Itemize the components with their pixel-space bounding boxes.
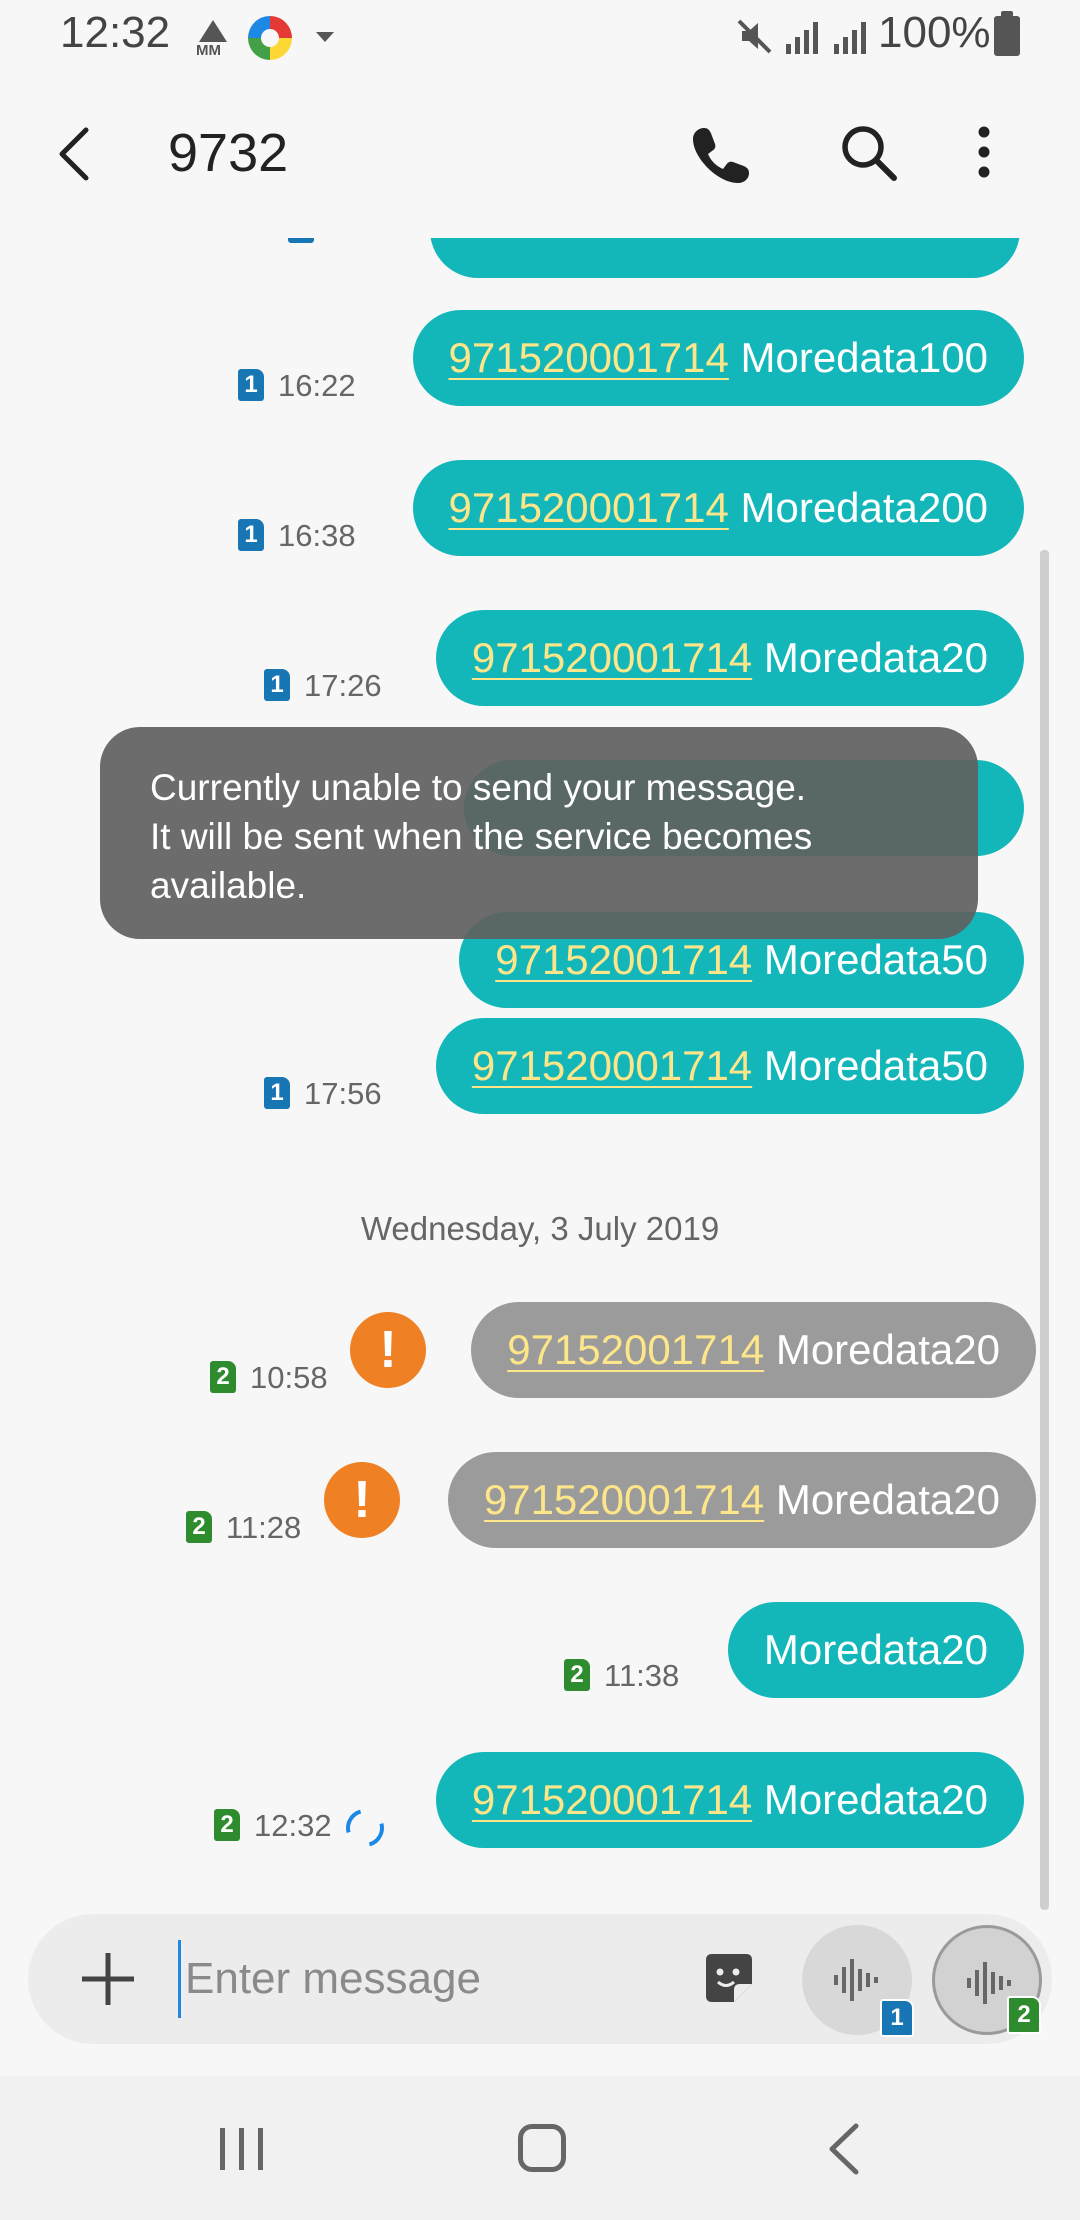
back-icon[interactable] [48,124,108,184]
message-bubble[interactable]: 971520001714 Moredata50 [435,1018,1024,1114]
phone-number-link[interactable]: 971520001714 [472,1776,752,1823]
message-bubble[interactable]: 971520001714 Moredata100 [412,310,1024,406]
message-text: Moredata50 [752,936,988,983]
voice-record-sim1-button[interactable]: 1 [802,1925,914,2037]
sending-progress-icon [338,1801,391,1854]
mute-icon [737,19,772,54]
message-input[interactable] [178,1940,705,2018]
alert-mm-icon: MM [196,20,230,59]
sim2-badge: 2 [1007,1996,1041,2034]
message-time: 12:32 [254,1808,332,1843]
signal-sim2-icon [834,22,866,54]
status-bar: 12:32 MM 100% [0,0,1080,78]
search-icon[interactable] [836,120,900,184]
message-meta: 2 10:58 [210,1360,328,1396]
phone-icon[interactable] [690,122,754,186]
message-bubble-failed[interactable]: 97152001714 Moredata20 [471,1302,1036,1398]
message-text: Moredata20 [764,1326,1000,1373]
message-meta: 2 12:32 [214,1801,391,1854]
message-time: 11:38 [604,1658,680,1693]
phone-number-link[interactable]: 971520001714 [472,634,752,681]
phone-number-link[interactable]: 97152001714 [495,936,752,983]
chevron-down-icon [316,32,334,42]
message-text: Moredata50 [752,1042,988,1089]
app-notification-icon [248,16,292,60]
waveform-icon [834,1959,878,2001]
message-meta: 1 16:38 [238,518,356,554]
battery-icon [994,11,1020,56]
toast-line-3: available. [150,865,307,906]
message-text: Moredata100 [728,334,988,381]
error-icon[interactable]: ! [324,1462,400,1538]
battery-percent: 100% [878,8,991,57]
message-bubble[interactable]: 971520001714 Moredata20 [435,1752,1024,1848]
message-time: 10:58 [250,1360,328,1395]
status-time: 12:32 [60,8,171,57]
phone-number-link[interactable]: 97152001714 [507,1326,764,1373]
conversation-title: 9732 [168,123,289,183]
date-divider: Wednesday, 3 July 2019 [360,1210,720,1247]
message-text: Moredata20 [752,634,988,681]
phone-number-link[interactable]: 971520001714 [449,484,729,531]
phone-number-link[interactable]: 971520001714 [449,334,729,381]
sim2-icon: 2 [214,1808,240,1841]
message-text: Moredata20 [752,1776,988,1823]
message-time: 16:38 [278,518,356,553]
recents-icon[interactable] [218,2126,266,2172]
message-meta-partial: 1 [288,238,328,246]
sim1-badge: 1 [880,1999,914,2037]
message-meta: 1 17:56 [264,1076,382,1112]
message-meta: 2 11:38 [564,1658,679,1694]
sim2-icon: 2 [186,1510,212,1543]
toast-line-2: It will be sent when the service becomes [150,816,813,857]
mm-label: MM [196,42,221,59]
more-vert-icon[interactable] [964,120,1004,184]
message-meta: 1 17:26 [264,668,382,704]
sim2-icon: 2 [210,1360,236,1393]
sim1-icon: 1 [238,368,264,401]
message-time: 17:56 [304,1076,382,1111]
toast-message: Currently unable to send your message. I… [100,727,978,939]
system-nav-bar [0,2076,1080,2220]
message-composer: 1 2 [28,1914,1052,2044]
sim1-icon: 1 [264,668,290,701]
message-text: Moredata20 [764,1476,1000,1523]
scrollbar[interactable] [1040,550,1049,1910]
message-bubble[interactable]: Moredata20 [727,1602,1024,1698]
sticker-icon[interactable] [700,1950,758,2008]
error-icon[interactable]: ! [350,1312,426,1388]
signal-sim1-icon [786,22,818,54]
message-meta: 1 16:22 [238,368,356,404]
message-list[interactable]: 1 971520001714 Moredata100 1 16:22 971520… [0,238,1080,1898]
message-text: Moredata20 [763,1626,988,1673]
message-time: 17:26 [304,668,382,703]
message-bubble[interactable]: 971520001714 Moredata20 [435,610,1024,706]
message-bubble-partial[interactable] [430,238,1020,278]
message-bubble[interactable]: 971520001714 Moredata200 [412,460,1024,556]
sim1-icon: 1 [264,1076,290,1109]
sim2-icon: 2 [564,1658,590,1691]
toast-line-1: Currently unable to send your message. [150,767,807,808]
message-text: Moredata200 [728,484,988,531]
voice-record-sim2-button[interactable]: 2 [932,1925,1042,2035]
home-icon[interactable] [518,2124,566,2172]
sim1-icon: 1 [238,518,264,551]
message-time: 11:28 [226,1510,302,1545]
add-icon[interactable] [78,1949,138,2009]
nav-back-icon[interactable] [824,2122,864,2176]
message-bubble-failed[interactable]: 971520001714 Moredata20 [447,1452,1036,1548]
phone-number-link[interactable]: 971520001714 [484,1476,764,1523]
phone-number-link[interactable]: 971520001714 [472,1042,752,1089]
sim1-icon: 1 [288,238,314,243]
message-time: 16:22 [278,368,356,403]
conversation-header: 9732 [0,78,1080,238]
message-meta: 2 11:28 [186,1510,301,1546]
